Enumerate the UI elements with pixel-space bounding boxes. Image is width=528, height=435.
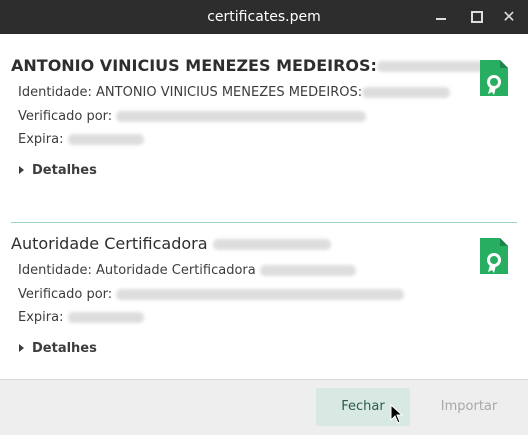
certificates-panel: ANTONIO VINICIUS MENEZES MEDEIROS: Ident…: [0, 34, 528, 379]
maximize-button[interactable]: [469, 9, 485, 25]
verified-by-label: Verificado por:: [18, 287, 113, 302]
title-bar[interactable]: certificates.pem ✕: [0, 0, 528, 34]
verified-by-field: Verificado por:: [18, 287, 405, 302]
minimize-button[interactable]: [433, 9, 449, 25]
expires-field: Expira:: [18, 132, 144, 147]
identity-label: Identidade:: [18, 85, 92, 100]
dialog-window: certificates.pem ✕ ANTONIO VINICIUS MENE…: [0, 0, 528, 435]
certificate-title: ANTONIO VINICIUS MENEZES MEDEIROS:: [11, 56, 485, 75]
mouse-cursor-icon: [390, 404, 404, 424]
import-button[interactable]: Importar: [422, 388, 516, 426]
redacted-value: [259, 265, 356, 276]
close-window-button[interactable]: ✕: [501, 9, 517, 25]
redacted-value: [67, 312, 144, 323]
redacted-value: [362, 87, 451, 98]
redacted-value: [212, 239, 331, 250]
certificate-title: Autoridade Certificadora: [11, 234, 331, 253]
details-expander[interactable]: Detalhes: [19, 341, 97, 356]
close-icon: ✕: [502, 7, 516, 26]
identity-field: Identidade: ANTONIO VINICIUS MENEZES MED…: [18, 85, 451, 100]
certificate-name: Autoridade Certificadora: [11, 234, 208, 253]
certificate-name: ANTONIO VINICIUS MENEZES MEDEIROS:: [11, 56, 377, 75]
details-label: Detalhes: [32, 163, 97, 178]
maximize-icon: [471, 11, 483, 23]
expires-label: Expira:: [18, 132, 64, 147]
expires-field: Expira:: [18, 310, 144, 325]
expires-label: Expira:: [18, 310, 64, 325]
certificate-icon: [480, 238, 508, 274]
identity-field: Identidade: Autoridade Certificadora: [18, 263, 356, 278]
redacted-value: [116, 111, 367, 122]
expand-triangle-icon: [19, 343, 24, 352]
details-expander[interactable]: Detalhes: [19, 163, 97, 178]
identity-value: ANTONIO VINICIUS MENEZES MEDEIROS:: [96, 85, 363, 100]
certificate-icon: [480, 60, 508, 96]
redacted-value: [376, 61, 485, 72]
expand-triangle-icon: [19, 165, 24, 174]
verified-by-label: Verificado por:: [18, 109, 113, 124]
redacted-value: [67, 134, 144, 145]
details-label: Detalhes: [32, 341, 97, 356]
identity-label: Identidade:: [18, 263, 92, 278]
certificate-separator: [11, 222, 517, 223]
identity-value: Autoridade Certificadora: [96, 263, 256, 278]
minimize-icon: [436, 18, 446, 20]
verified-by-field: Verificado por:: [18, 109, 367, 124]
dialog-footer: Fechar Importar: [0, 379, 528, 435]
redacted-value: [116, 289, 405, 300]
